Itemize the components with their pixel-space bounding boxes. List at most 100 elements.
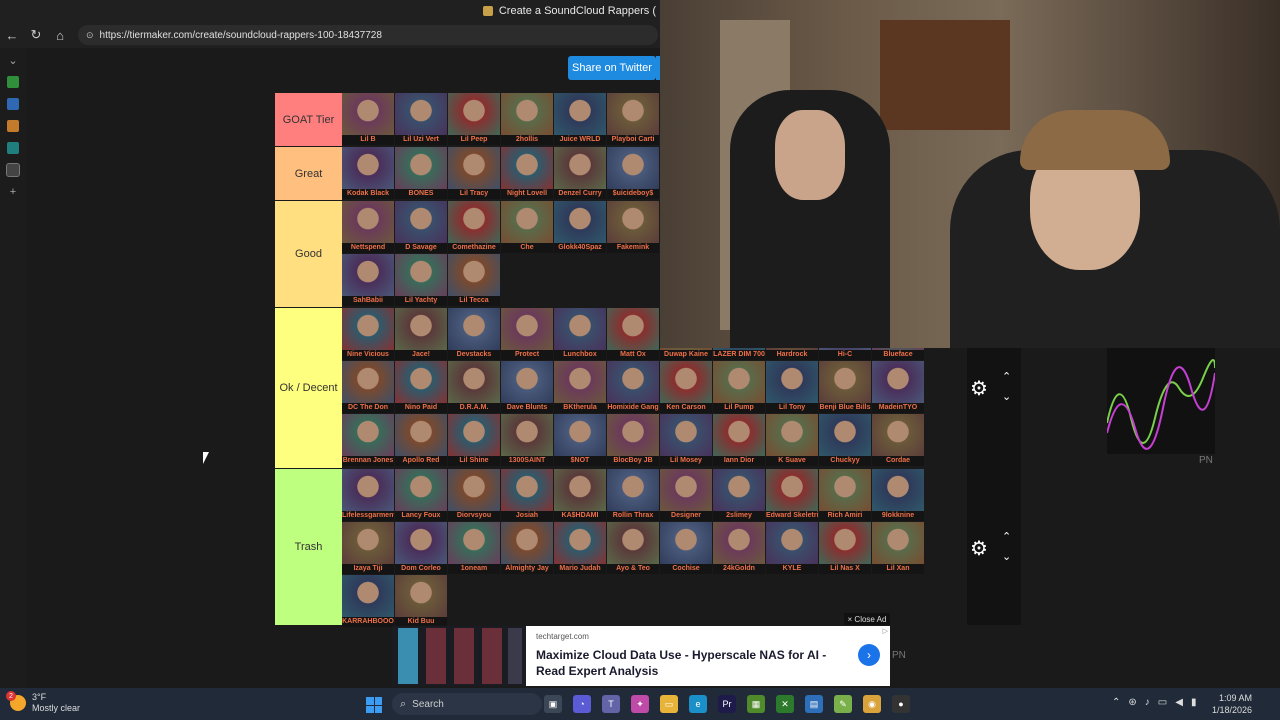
rapper-card[interactable]: Fakemink bbox=[607, 201, 659, 253]
rapper-card[interactable]: Homixide Gang bbox=[607, 361, 659, 413]
rapper-card[interactable]: BONES bbox=[395, 147, 447, 199]
rapper-card[interactable]: Dave Blunts bbox=[501, 361, 553, 413]
chevron-right-icon[interactable]: › bbox=[858, 644, 880, 666]
tier-label[interactable]: Ok / Decent bbox=[275, 308, 342, 469]
sidebar-app-icon[interactable] bbox=[7, 120, 19, 132]
rapper-card[interactable]: Protect bbox=[501, 308, 553, 360]
xbox-icon[interactable]: ✕ bbox=[776, 695, 794, 713]
premiere-icon[interactable]: Pr bbox=[718, 695, 736, 713]
rapper-card[interactable]: SahBabii bbox=[342, 254, 394, 306]
site-info-icon[interactable]: ⊙ bbox=[86, 30, 94, 41]
weather-widget[interactable]: 2 3°F Mostly clear bbox=[6, 691, 80, 714]
taskbar-clock[interactable]: 1:09 AM 1/18/2026 bbox=[1212, 692, 1252, 716]
rapper-card[interactable]: Chuckyy bbox=[819, 414, 871, 466]
rapper-card[interactable]: Rich Amiri bbox=[819, 469, 871, 521]
rapper-card[interactable]: $NOT bbox=[554, 414, 606, 466]
rapper-card[interactable]: MadeinTYO bbox=[872, 361, 924, 413]
rapper-card[interactable]: K Suave bbox=[766, 414, 818, 466]
sidebar-active-tab-icon[interactable] bbox=[6, 163, 20, 177]
rapper-card[interactable]: Lil Xan bbox=[872, 522, 924, 574]
rapper-card[interactable]: 1300SAINT bbox=[501, 414, 553, 466]
file-explorer-icon[interactable]: ▭ bbox=[660, 695, 678, 713]
sidebar-app-icon[interactable] bbox=[7, 76, 19, 88]
rapper-card[interactable]: Juice WRLD bbox=[554, 93, 606, 145]
rapper-card[interactable]: D.R.A.M. bbox=[448, 361, 500, 413]
chrome-icon[interactable]: ◉ bbox=[863, 695, 881, 713]
rapper-card[interactable]: Almighty Jay bbox=[501, 522, 553, 574]
sidebar-app-icon[interactable] bbox=[7, 142, 19, 154]
rapper-card[interactable]: Jace! bbox=[395, 308, 447, 360]
gear-icon[interactable]: ⚙ bbox=[970, 376, 988, 401]
sidebar-app-icon[interactable] bbox=[7, 98, 19, 110]
copilot-icon[interactable]: ✦ bbox=[631, 695, 649, 713]
rapper-card[interactable]: Nettspend bbox=[342, 201, 394, 253]
ad-text-box[interactable]: techtarget.com Maximize Cloud Data Use -… bbox=[526, 626, 890, 686]
chat-icon[interactable]: ◔ bbox=[573, 695, 591, 713]
rapper-card[interactable]: Lil Tracy bbox=[448, 147, 500, 199]
ad-title[interactable]: Maximize Cloud Data Use - Hyperscale NAS… bbox=[536, 647, 836, 679]
tab-title[interactable]: Create a SoundCloud Rappers ( bbox=[499, 5, 656, 17]
teams-icon[interactable]: T bbox=[602, 695, 620, 713]
rapper-card[interactable]: Lil Uzi Vert bbox=[395, 93, 447, 145]
windows-start-icon[interactable] bbox=[366, 697, 382, 713]
rapper-card[interactable]: Brennan Jones bbox=[342, 414, 394, 466]
rapper-card[interactable]: 24kGoldn bbox=[713, 522, 765, 574]
rapper-card[interactable]: Izaya Tiji bbox=[342, 522, 394, 574]
rapper-card[interactable]: BlocBoy JB bbox=[607, 414, 659, 466]
display-icon[interactable]: ▭ bbox=[1158, 697, 1167, 708]
rapper-card[interactable]: 1oneam bbox=[448, 522, 500, 574]
home-icon[interactable]: ⌂ bbox=[48, 23, 72, 47]
rapper-card[interactable]: Che bbox=[501, 201, 553, 253]
rapper-card[interactable]: Lil Mosey bbox=[660, 414, 712, 466]
back-icon[interactable]: ← bbox=[0, 23, 24, 47]
reload-icon[interactable]: ↻ bbox=[24, 23, 48, 47]
task-view-icon[interactable]: ▣ bbox=[544, 695, 562, 713]
tier-items-area[interactable]: Nettspend D Savage Comethazine Che Glokk40Sp… bbox=[342, 201, 660, 308]
rapper-card[interactable]: Nino Paid bbox=[395, 361, 447, 413]
share-twitter-button[interactable]: Share on Twitter bbox=[568, 56, 656, 80]
rapper-card[interactable]: Comethazine bbox=[448, 201, 500, 253]
rapper-card[interactable]: Kid Buu bbox=[395, 575, 447, 627]
rapper-card[interactable]: Cochise bbox=[660, 522, 712, 574]
network-icon[interactable]: ⊛ bbox=[1128, 697, 1136, 708]
rapper-card[interactable]: DC The Don bbox=[342, 361, 394, 413]
volume-icon[interactable]: ◀ bbox=[1175, 697, 1183, 708]
ad-image[interactable] bbox=[392, 626, 526, 686]
add-tab-icon[interactable]: + bbox=[7, 186, 19, 198]
rapper-card[interactable]: KARRAHBOOO bbox=[342, 575, 394, 627]
obs-icon[interactable]: ● bbox=[892, 695, 910, 713]
tier-items-area[interactable]: Lil B Lil Uzi Vert Lil Peep 2hollis Juice WR… bbox=[342, 93, 660, 147]
microphone-icon[interactable]: ♪ bbox=[1145, 697, 1150, 708]
tier-label[interactable]: Great bbox=[275, 147, 342, 201]
rapper-card[interactable]: Apollo Red bbox=[395, 414, 447, 466]
rapper-card[interactable]: Lancy Foux bbox=[395, 469, 447, 521]
tier-label[interactable]: Trash bbox=[275, 469, 342, 626]
chevron-up-icon[interactable]: ⌃ bbox=[1112, 697, 1120, 708]
battery-icon[interactable]: ▮ bbox=[1191, 697, 1197, 708]
rapper-card[interactable]: Playboi Carti bbox=[607, 93, 659, 145]
chevron-up-icon[interactable]: ⌃ bbox=[1002, 370, 1011, 383]
rapper-card[interactable]: KYLE bbox=[766, 522, 818, 574]
rapper-card[interactable]: Josiah bbox=[501, 469, 553, 521]
rapper-card[interactable]: Edward Skeletrix bbox=[766, 469, 818, 521]
rapper-card[interactable]: D Savage bbox=[395, 201, 447, 253]
rapper-card[interactable]: Ken Carson bbox=[660, 361, 712, 413]
chevron-down-icon[interactable]: ⌄ bbox=[1002, 390, 1011, 403]
chevron-up-icon[interactable]: ⌃ bbox=[1002, 530, 1011, 543]
rapper-card[interactable]: 2slimey bbox=[713, 469, 765, 521]
rapper-card[interactable]: Benji Blue Bills bbox=[819, 361, 871, 413]
rapper-card[interactable]: Diorvsyou bbox=[448, 469, 500, 521]
chevron-down-icon[interactable]: ⌄ bbox=[7, 54, 19, 67]
rapper-card[interactable]: Lil Yachty bbox=[395, 254, 447, 306]
rapper-card[interactable]: Iann Dior bbox=[713, 414, 765, 466]
taskbar-search-input[interactable]: ⌕ Search bbox=[392, 693, 542, 715]
rapper-card[interactable]: Lifelessgarments bbox=[342, 469, 394, 521]
rapper-card[interactable]: Rollin Thrax bbox=[607, 469, 659, 521]
tier-label[interactable]: Good bbox=[275, 201, 342, 308]
ad-choices-icon[interactable]: ▷ bbox=[883, 627, 888, 635]
rapper-card[interactable]: 2hollis bbox=[501, 93, 553, 145]
url-input[interactable]: ⊙ https://tiermaker.com/create/soundclou… bbox=[78, 25, 658, 45]
rapper-card[interactable]: KA$HDAMI bbox=[554, 469, 606, 521]
gear-icon[interactable]: ⚙ bbox=[970, 536, 988, 561]
rapper-card[interactable]: 9lokknine bbox=[872, 469, 924, 521]
